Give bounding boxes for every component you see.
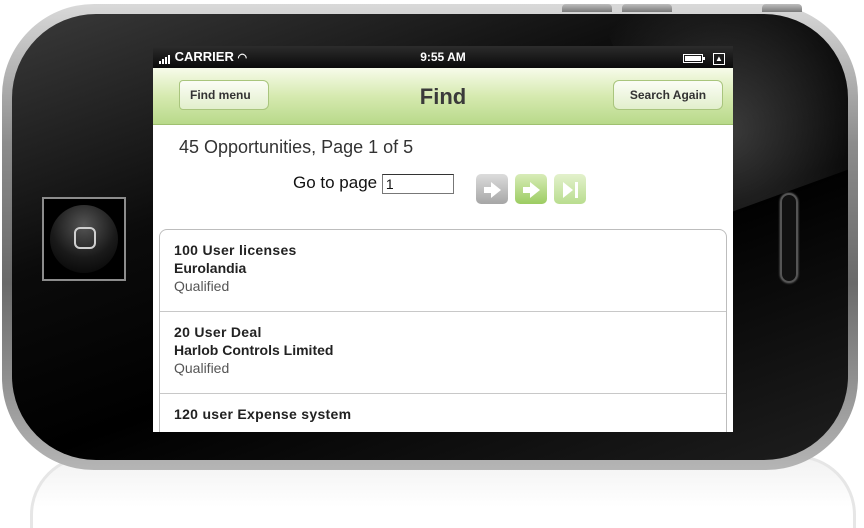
screen: CARRIER ◠ 9:55 AM ▲ Find menu Find Searc… xyxy=(153,46,733,432)
go-to-page-label: Go to page xyxy=(293,173,378,192)
skip-end-icon xyxy=(562,181,573,198)
opportunity-account: Eurolandia xyxy=(174,260,247,276)
opportunity-status: Qualified xyxy=(174,278,230,294)
pager: Go to page 1 xyxy=(293,173,454,194)
opportunity-name: 100 User licenses xyxy=(174,242,297,258)
volume-button xyxy=(622,4,672,12)
opportunity-status: Qualified xyxy=(174,360,230,376)
search-again-button[interactable]: Search Again xyxy=(613,80,723,110)
speaker-grille xyxy=(780,193,798,283)
home-square-icon xyxy=(74,227,96,249)
opportunity-account: Harlob Controls Limited xyxy=(174,342,334,358)
list-item[interactable]: 120 user Expense system xyxy=(160,394,726,432)
opportunity-name: 20 User Deal xyxy=(174,324,262,340)
arrow-right-icon xyxy=(529,181,540,198)
arrow-right-icon xyxy=(490,181,501,198)
results-summary: 45 Opportunities, Page 1 of 5 xyxy=(179,137,414,157)
battery-icon xyxy=(683,54,706,64)
list-item[interactable]: 100 User licenses Eurolandia Qualified xyxy=(160,230,726,312)
volume-button xyxy=(562,4,612,12)
last-page-button[interactable] xyxy=(554,174,586,204)
opportunity-name: 120 user Expense system xyxy=(174,406,352,422)
opportunity-list: 100 User licenses Eurolandia Qualified 2… xyxy=(159,229,727,432)
next-page-button[interactable] xyxy=(515,174,547,204)
navigation-bar: Find menu Find Search Again xyxy=(153,68,733,125)
status-right: ▲ xyxy=(683,50,725,65)
orientation-lock-icon: ▲ xyxy=(713,52,725,65)
results-content: 45 Opportunities, Page 1 of 5 Go to page… xyxy=(153,125,733,432)
status-time: 9:55 AM xyxy=(420,50,466,64)
previous-page-button[interactable] xyxy=(476,174,508,204)
power-button xyxy=(762,4,802,12)
list-item[interactable]: 20 User Deal Harlob Controls Limited Qua… xyxy=(160,312,726,394)
status-bar: CARRIER ◠ 9:55 AM ▲ xyxy=(153,46,733,68)
page-number-input[interactable]: 1 xyxy=(381,173,454,194)
home-button[interactable] xyxy=(42,197,126,281)
